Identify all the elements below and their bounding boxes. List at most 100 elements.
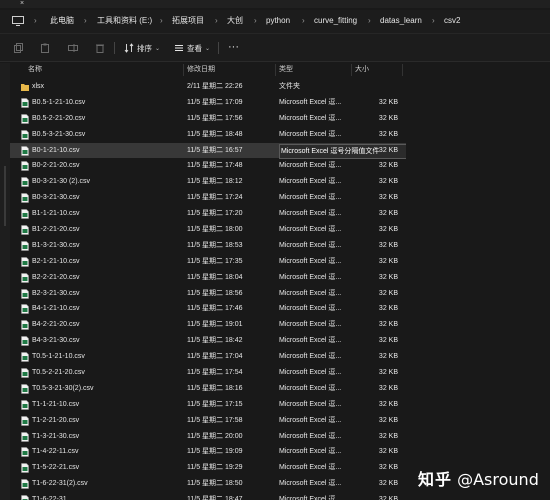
file-row[interactable]: B4-3-21-30.csv 11/5 星期二 18:42 Microsoft Ex… bbox=[10, 333, 406, 349]
csv-file-icon bbox=[21, 479, 29, 490]
file-modified-date: 11/5 星期二 18:47 bbox=[187, 496, 243, 500]
navigation-pane-edge bbox=[0, 63, 10, 500]
title-strip: × bbox=[0, 0, 550, 8]
file-name: B0-3-21-30 (2).csv bbox=[32, 178, 90, 186]
file-name: B2-3-21-30.csv bbox=[32, 289, 80, 297]
file-name: B0-1-21-10.csv bbox=[32, 146, 80, 154]
csv-file-icon bbox=[21, 384, 29, 394]
file-size: 32 KB bbox=[378, 464, 398, 472]
file-row[interactable]: B4-2-21-20.csv 11/5 星期二 19:01 Microsoft Ex… bbox=[10, 317, 406, 333]
file-modified-date: 11/5 星期二 17:15 bbox=[187, 400, 243, 408]
file-row[interactable]: T1-4-22-11.csv 11/5 星期二 19:09 Microsoft Ex… bbox=[10, 444, 406, 460]
scroll-thumb[interactable] bbox=[4, 166, 6, 226]
address-bar[interactable]: › 此电脑 › 工具和资料 (E:) › 拓展项目 › 大创 › python … bbox=[0, 10, 550, 34]
column-divider[interactable] bbox=[402, 64, 403, 76]
file-name: B4-1-21-10.csv bbox=[32, 305, 80, 313]
file-modified-date: 11/5 星期二 18:16 bbox=[187, 384, 243, 392]
breadcrumb-drive-e[interactable]: 工具和资料 (E:) bbox=[97, 16, 152, 26]
file-name: B0-3-21-30.csv bbox=[32, 194, 80, 202]
file-row[interactable]: T1-5-22-21.csv 11/5 星期二 19:29 Microsoft Ex… bbox=[10, 460, 406, 476]
file-row[interactable]: T1-2-21-20.csv 11/5 星期二 17:58 Microsoft Ex… bbox=[10, 413, 406, 429]
monitor-icon bbox=[12, 16, 24, 26]
breadcrumb-python[interactable]: python bbox=[266, 16, 290, 26]
breadcrumb-this-pc[interactable]: 此电脑 bbox=[50, 16, 74, 26]
file-modified-date: 11/5 星期二 17:09 bbox=[187, 98, 243, 106]
breadcrumb-dachuang[interactable]: 大创 bbox=[227, 16, 243, 26]
more-options-button[interactable]: ··· bbox=[228, 42, 239, 53]
file-row[interactable]: B1-1-21-10.csv 11/5 星期二 17:20 Microsoft Ex… bbox=[10, 206, 406, 222]
close-icon[interactable]: × bbox=[20, 0, 24, 7]
file-row[interactable]: T1-1-21-10.csv 11/5 星期二 17:15 Microsoft Ex… bbox=[10, 397, 406, 413]
view-button[interactable]: 查看 ⌄ bbox=[174, 42, 210, 54]
delete-icon[interactable] bbox=[95, 43, 105, 53]
column-divider[interactable] bbox=[351, 64, 352, 76]
file-name: T1-3-21-30.csv bbox=[32, 432, 80, 440]
file-modified-date: 11/5 星期二 17:35 bbox=[187, 257, 243, 265]
breadcrumb-extension-projects[interactable]: 拓展项目 bbox=[172, 16, 204, 26]
file-row[interactable]: B2-3-21-30.csv 11/5 星期二 18:56 Microsoft Ex… bbox=[10, 286, 406, 302]
file-row[interactable]: T1-6-22-31(2).csv 11/5 星期二 18:50 Microsoft… bbox=[10, 476, 406, 492]
file-modified-date: 11/5 星期二 17:56 bbox=[187, 114, 243, 122]
file-name: T0.5-1-21-10.csv bbox=[32, 353, 85, 361]
column-divider[interactable] bbox=[183, 64, 184, 76]
file-name: T1-5-22-21.csv bbox=[32, 464, 80, 472]
file-size: 32 KB bbox=[378, 273, 398, 281]
file-name: T1-1-21-10.csv bbox=[32, 400, 80, 408]
file-modified-date: 11/5 星期二 17:24 bbox=[187, 194, 243, 202]
file-row[interactable]: B0-2-21-20.csv 11/5 星期二 17:48 Microsoft Ex… bbox=[10, 158, 406, 174]
file-row[interactable]: B0-1-21-10.csv 11/5 星期二 16:57 Microsoft Ex… bbox=[10, 142, 406, 160]
copy-icon[interactable] bbox=[14, 43, 24, 53]
command-toolbar: 排序 ⌄ 查看 ⌄ ··· bbox=[0, 34, 550, 62]
file-size: 32 KB bbox=[378, 178, 398, 186]
csv-file-icon bbox=[21, 241, 29, 251]
file-row[interactable]: T0.5-2-21-20.csv 11/5 星期二 17:54 Microsoft … bbox=[10, 365, 406, 381]
file-row[interactable]: T1-3-21-30.csv 11/5 星期二 20:00 Microsoft Ex… bbox=[10, 429, 406, 445]
column-divider[interactable] bbox=[275, 64, 276, 76]
breadcrumb-datas-learn[interactable]: datas_learn bbox=[380, 16, 422, 26]
file-row[interactable]: xlsx 2/11 星期二 22:26 文件夹 bbox=[10, 79, 406, 95]
file-modified-date: 11/5 星期二 18:48 bbox=[187, 130, 243, 138]
file-name: T1-6-22-31 bbox=[32, 496, 67, 500]
file-size: 32 KB bbox=[378, 146, 398, 154]
file-row[interactable]: B0-3-21-30 (2).csv 11/5 星期二 18:12 Microsof… bbox=[10, 174, 406, 190]
column-header-type[interactable]: 类型 bbox=[279, 65, 293, 75]
file-row[interactable]: B1-2-21-20.csv 11/5 星期二 18:00 Microsoft Ex… bbox=[10, 222, 406, 238]
csv-file-icon bbox=[21, 288, 29, 299]
csv-file-icon bbox=[21, 98, 29, 108]
file-row[interactable]: B4-1-21-10.csv 11/5 星期二 17:46 Microsoft Ex… bbox=[10, 301, 406, 317]
rename-icon[interactable] bbox=[68, 43, 78, 53]
column-header: 名称 修改日期 类型 大小 bbox=[10, 63, 406, 77]
breadcrumb-curve-fitting[interactable]: curve_fitting bbox=[314, 16, 357, 26]
file-size: 32 KB bbox=[378, 257, 398, 265]
paste-icon[interactable] bbox=[40, 43, 50, 53]
csv-file-icon bbox=[21, 415, 29, 426]
file-modified-date: 11/5 星期二 16:57 bbox=[187, 146, 243, 154]
file-list: xlsx 2/11 星期二 22:26 文件夹 B0.5-1-21-10.csv 11/… bbox=[10, 79, 406, 500]
file-modified-date: 2/11 星期二 22:26 bbox=[187, 83, 243, 90]
file-row[interactable]: T0.5-1-21-10.csv 11/5 星期二 17:04 Microsoft … bbox=[10, 349, 406, 365]
breadcrumb-csv2[interactable]: csv2 bbox=[444, 16, 460, 26]
file-row[interactable]: B0.5-3-21-30.csv 11/5 星期二 18:48 Microsoft … bbox=[10, 127, 406, 143]
column-header-size[interactable]: 大小 bbox=[355, 65, 369, 75]
column-header-name[interactable]: 名称 bbox=[28, 65, 42, 75]
csv-file-icon bbox=[21, 352, 29, 362]
file-row[interactable]: T1-6-22-31 11/5 星期二 18:47 Microsoft Excel … bbox=[10, 492, 406, 500]
file-row[interactable]: T0.5-3-21-30(2).csv 11/5 星期二 18:16 Microso… bbox=[10, 381, 406, 397]
file-row[interactable]: B2-1-21-10.csv 11/5 星期二 17:35 Microsoft Ex… bbox=[10, 254, 406, 270]
file-row[interactable]: B0.5-1-21-10.csv 11/5 星期二 17:09 Microsoft … bbox=[10, 95, 406, 111]
zhihu-logo: 知乎 bbox=[418, 470, 453, 489]
file-row[interactable]: B2-2-21-20.csv 11/5 星期二 18:04 Microsoft Ex… bbox=[10, 270, 406, 286]
file-size: 32 KB bbox=[378, 241, 398, 249]
watermark-handle: @Asround bbox=[457, 470, 539, 489]
file-name: B0.5-2-21-20.csv bbox=[32, 114, 86, 122]
chevron-right-icon: › bbox=[432, 16, 435, 25]
file-row[interactable]: B0-3-21-30.csv 11/5 星期二 17:24 Microsoft Ex… bbox=[10, 190, 406, 206]
file-row[interactable]: B1-3-21-30.csv 11/5 星期二 18:53 Microsoft Ex… bbox=[10, 238, 406, 254]
sort-button[interactable]: 排序 ⌄ bbox=[124, 42, 160, 54]
chevron-right-icon: › bbox=[368, 16, 371, 25]
file-modified-date: 11/5 星期二 18:53 bbox=[187, 241, 243, 249]
file-size: 32 KB bbox=[378, 337, 398, 345]
file-row[interactable]: B0.5-2-21-20.csv 11/5 星期二 17:56 Microsoft … bbox=[10, 111, 406, 127]
column-header-date[interactable]: 修改日期 bbox=[187, 65, 215, 75]
file-size: 32 KB bbox=[378, 400, 398, 408]
